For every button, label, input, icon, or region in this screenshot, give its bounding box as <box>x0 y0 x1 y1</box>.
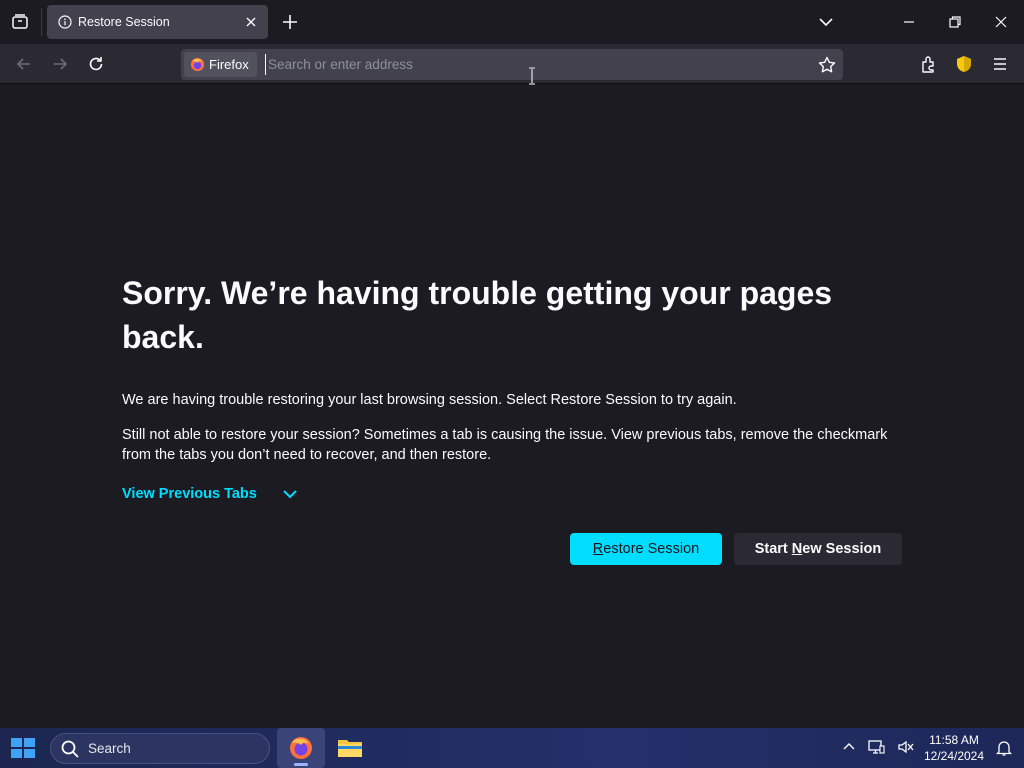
info-icon <box>58 15 72 29</box>
restore-icon[interactable] <box>945 12 965 32</box>
restore-session-button[interactable]: Restore Session <box>570 533 722 565</box>
taskbar-search-label: Search <box>88 741 131 756</box>
active-indicator <box>294 763 308 766</box>
shield-icon[interactable] <box>954 54 974 74</box>
new-label-accesskey: N <box>791 541 803 557</box>
taskbar-clock[interactable]: 11:58 AM 12/24/2024 <box>920 732 988 764</box>
page-content: Sorry. We’re having trouble getting your… <box>0 85 1024 728</box>
identity-label: Firefox <box>209 57 249 72</box>
clock-time: 11:58 AM <box>929 733 979 747</box>
tab-bar: Restore Session <box>0 0 1024 44</box>
restore-label-accesskey: R <box>592 541 604 557</box>
taskbar-firefox[interactable] <box>277 728 325 768</box>
minimize-icon[interactable] <box>899 12 919 32</box>
taskbar-file-explorer[interactable] <box>326 728 374 768</box>
new-label-post: ew Session <box>802 541 882 557</box>
url-bar[interactable]: Firefox <box>181 49 843 80</box>
description-secondary: Still not able to restore your session? … <box>122 427 888 463</box>
taskbar-search[interactable]: Search <box>50 733 270 764</box>
view-previous-tabs-toggle[interactable]: View Previous Tabs <box>122 485 299 503</box>
new-label-pre: Start <box>754 541 792 557</box>
volume-icon[interactable] <box>897 738 915 756</box>
description-primary: We are having trouble restoring your las… <box>122 392 737 408</box>
restore-label-post: estore Session <box>603 541 700 557</box>
network-icon[interactable] <box>867 738 885 756</box>
tray-chevron-icon[interactable] <box>840 738 858 756</box>
tab-list-icon <box>12 14 28 29</box>
taskbar: Search 11:58 AM 12/24/2024 <box>0 728 1024 768</box>
menu-icon[interactable] <box>990 54 1010 74</box>
tab-title: Restore Session <box>78 15 170 29</box>
plus-icon[interactable] <box>280 12 300 32</box>
back-icon[interactable] <box>14 54 34 74</box>
reload-icon[interactable] <box>86 54 106 74</box>
start-new-session-button[interactable]: Start New Session <box>734 533 902 565</box>
extensions-icon[interactable] <box>919 54 939 74</box>
view-previous-tabs-label: View Previous Tabs <box>122 486 257 502</box>
window-close-icon[interactable] <box>991 12 1011 32</box>
clock-date: 12/24/2024 <box>923 749 985 763</box>
chevron-down-icon[interactable] <box>816 12 836 32</box>
page-title: Sorry. We’re having trouble getting your… <box>122 275 833 355</box>
text-cursor-icon <box>529 67 535 85</box>
close-icon[interactable] <box>244 15 258 29</box>
firefox-logo-icon <box>190 57 205 72</box>
chevron-down-icon <box>283 490 297 499</box>
tab-restore-session[interactable]: Restore Session <box>47 5 268 39</box>
tab-list-button[interactable] <box>6 8 34 36</box>
nav-bar: Firefox <box>0 44 1024 84</box>
forward-icon[interactable] <box>50 54 70 74</box>
search-icon <box>61 740 79 758</box>
file-explorer-icon <box>338 740 362 757</box>
bookmark-star-icon[interactable] <box>817 55 837 75</box>
firefox-icon <box>290 737 312 759</box>
notification-icon[interactable] <box>995 739 1013 757</box>
identity-box[interactable]: Firefox <box>184 52 257 77</box>
tab-separator <box>41 8 42 36</box>
windows-start-icon[interactable] <box>10 737 36 759</box>
